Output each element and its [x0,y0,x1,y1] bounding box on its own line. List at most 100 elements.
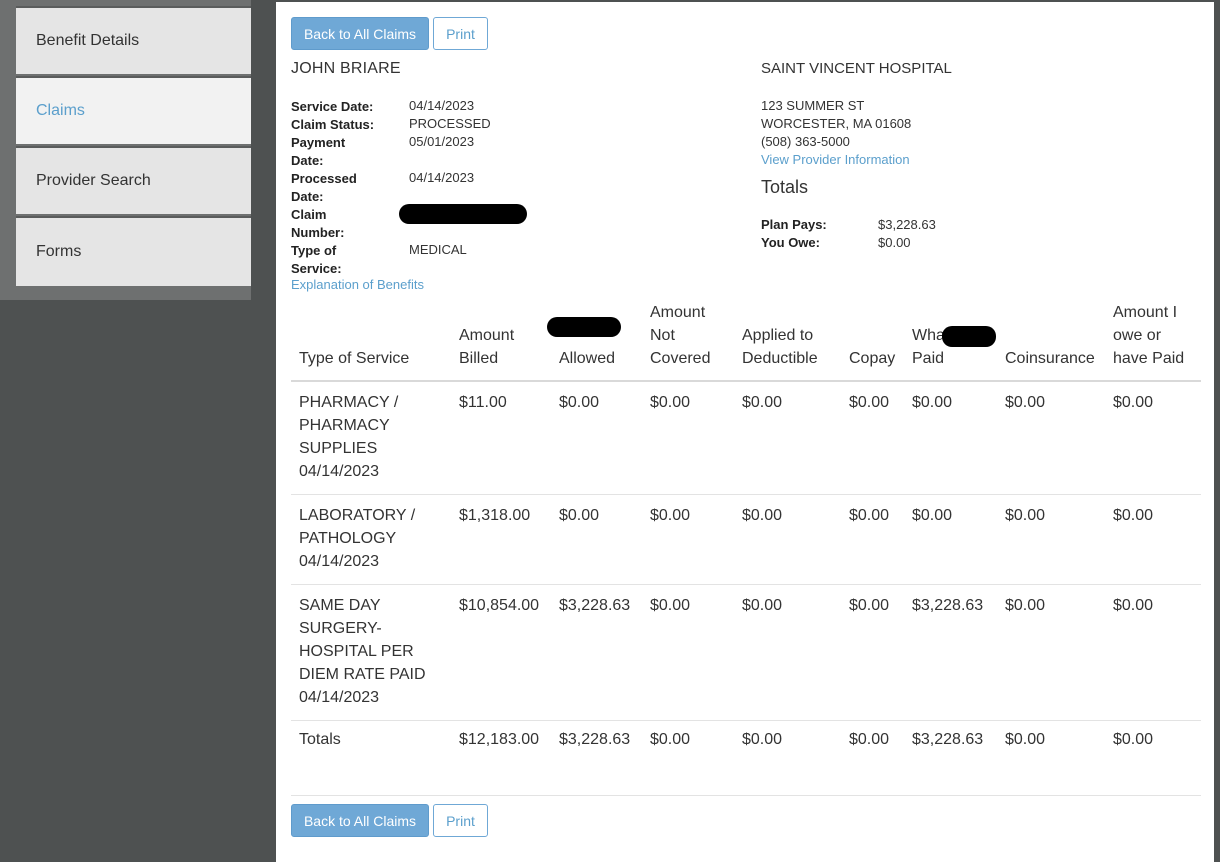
sidebar-item-forms[interactable]: Forms [16,216,251,286]
paid-cell: $3,228.63 [904,584,997,721]
claim-number-label: Claim Number: [291,207,345,240]
owe-cell: $0.00 [1105,381,1201,495]
service-date-value: 04/14/2023 [409,98,475,113]
header-type-of-service: Type of Service [291,297,451,382]
processed-date-value: 04/14/2023 [409,170,475,185]
header-applied-to-deductible-label: Applied to Deductible [742,327,818,367]
table-row: LABORATORY / PATHOLOGY 04/14/2023 $1,318… [291,494,1201,585]
claim-status-row: Claim Status: PROCESSED [291,116,491,134]
header-copay: Copay [841,297,904,382]
explanation-of-benefits-link[interactable]: Explanation of Benefits [291,277,424,292]
view-provider-information-link[interactable]: View Provider Information [761,151,911,169]
not-covered-cell: $0.00 [642,494,734,585]
sidebar-item-claims[interactable]: Claims [16,76,251,144]
deductible-cell: $0.00 [734,494,841,585]
coinsurance-cell: $0.00 [997,494,1105,585]
not-covered-cell: $0.00 [642,381,734,495]
sidebar-item-benefit-details[interactable]: Benefit Details [16,6,251,74]
member-name: JOHN BRIARE [291,60,401,77]
claim-detail-panel: Back to All Claims Print JOHN BRIARE SAI… [276,2,1214,862]
bottom-toolbar: Back to All Claims Print [291,804,488,837]
claim-details: Service Date: 04/14/2023 Claim Status: P… [291,98,527,278]
service-date-label: Service Date: [291,99,374,114]
print-button[interactable]: Print [433,17,488,50]
header-amount-billed-label: Amount Billed [459,327,515,367]
allowed-cell: $0.00 [551,494,642,585]
sidebar-item-provider-search[interactable]: Provider Search [16,146,251,214]
owe-cell: $0.00 [1105,720,1201,796]
copay-cell: $0.00 [841,584,904,721]
allowed-cell: $3,228.63 [551,584,642,721]
claim-status-label: Claim Status: [291,117,375,132]
provider-phone: (508) 363-5000 [761,134,850,149]
paid-cell: $0.00 [904,381,997,495]
allowed-cell: $3,228.63 [551,720,642,796]
plan-pays-row: Plan Pays: $3,228.63 [761,216,936,234]
service-date: 04/14/2023 [299,689,380,706]
provider-info: 123 SUMMER ST WORCESTER, MA 01608 (508) … [761,97,911,169]
provider-address-line2: WORCESTER, MA 01608 [761,116,912,131]
coinsurance-cell: $0.00 [997,584,1105,721]
table-header-row: Type of Service Amount Billed Allowed Am… [291,297,1201,382]
back-to-all-claims-button[interactable]: Back to All Claims [291,804,429,837]
totals-summary: Plan Pays: $3,228.63 You Owe: $0.00 [761,216,936,252]
sidebar-item-label: Forms [36,243,82,260]
billed-cell: $1,318.00 [451,494,551,585]
header-amount-billed: Amount Billed [451,297,551,382]
deductible-cell: $0.00 [734,584,841,721]
claim-lines-table: Type of Service Amount Billed Allowed Am… [291,297,1201,796]
type-of-service-label: Type of Service: [291,243,342,276]
redaction-mark [547,317,621,337]
service-description: LABORATORY / PATHOLOGY [299,507,416,547]
copay-cell: $0.00 [841,381,904,495]
top-toolbar: Back to All Claims Print [291,17,488,50]
header-amount-not-covered-label: Amount Not Covered [650,304,711,367]
you-owe-label: You Owe: [761,235,820,250]
header-amount-owed-label: Amount I owe or have Paid [1113,304,1185,367]
allowed-cell: $0.00 [551,381,642,495]
header-allowed-wrap: Allowed [547,317,634,370]
sidebar-item-label: Provider Search [36,172,151,189]
coinsurance-cell: $0.00 [997,720,1105,796]
service-date-row: Service Date: 04/14/2023 [291,98,474,116]
table-totals-row: Totals $12,183.00 $3,228.63 $0.00 $0.00 … [291,720,1201,796]
header-allowed: Allowed [547,297,642,382]
table-row: PHARMACY / PHARMACY SUPPLIES 04/14/2023 … [291,381,1201,495]
header-allowed-label: Allowed [559,350,616,367]
sidebar: Benefit Details Claims Provider Search F… [0,0,251,854]
billed-cell: $11.00 [451,381,551,495]
copay-cell: $0.00 [841,720,904,796]
provider-address-line1: 123 SUMMER ST [761,98,865,113]
service-cell: LABORATORY / PATHOLOGY 04/14/2023 [291,494,451,585]
service-description: PHARMACY / PHARMACY SUPPLIES [299,394,399,457]
service-date: 04/14/2023 [299,463,380,480]
back-to-all-claims-button[interactable]: Back to All Claims [291,17,429,50]
processed-date-row: Processed Date: 04/14/2023 [291,170,474,206]
plan-pays-value: $3,228.63 [878,217,936,232]
copay-cell: $0.00 [841,494,904,585]
provider-name: SAINT VINCENT HOSPITAL [761,60,952,77]
owe-cell: $0.00 [1105,494,1201,585]
coinsurance-cell: $0.00 [997,381,1105,495]
claim-status-value: PROCESSED [409,116,491,131]
service-date: 04/14/2023 [299,553,380,570]
billed-cell: $12,183.00 [451,720,551,796]
payment-date-row: Payment Date: 05/01/2023 [291,134,474,170]
service-cell: SAME DAY SURGERY-HOSPITAL PER DIEM RATE … [291,584,451,721]
header-coinsurance: Coinsurance [997,297,1105,382]
deductible-cell: $0.00 [734,720,841,796]
redaction-mark [942,326,996,347]
owe-cell: $0.00 [1105,584,1201,721]
header-applied-to-deductible: Applied to Deductible [734,297,841,382]
service-description: SAME DAY SURGERY-HOSPITAL PER DIEM RATE … [299,597,426,683]
print-button[interactable]: Print [433,804,488,837]
header-what-paid: What Paid [904,297,997,382]
paid-cell: $3,228.63 [904,720,997,796]
billed-cell: $10,854.00 [451,584,551,721]
deductible-cell: $0.00 [734,381,841,495]
sidebar-item-label: Claims [36,102,85,119]
payment-date-value: 05/01/2023 [409,134,475,149]
type-of-service-row: Type of Service: MEDICAL [291,242,467,278]
table-row: SAME DAY SURGERY-HOSPITAL PER DIEM RATE … [291,584,1201,721]
header-amount-owed: Amount I owe or have Paid [1105,297,1201,382]
